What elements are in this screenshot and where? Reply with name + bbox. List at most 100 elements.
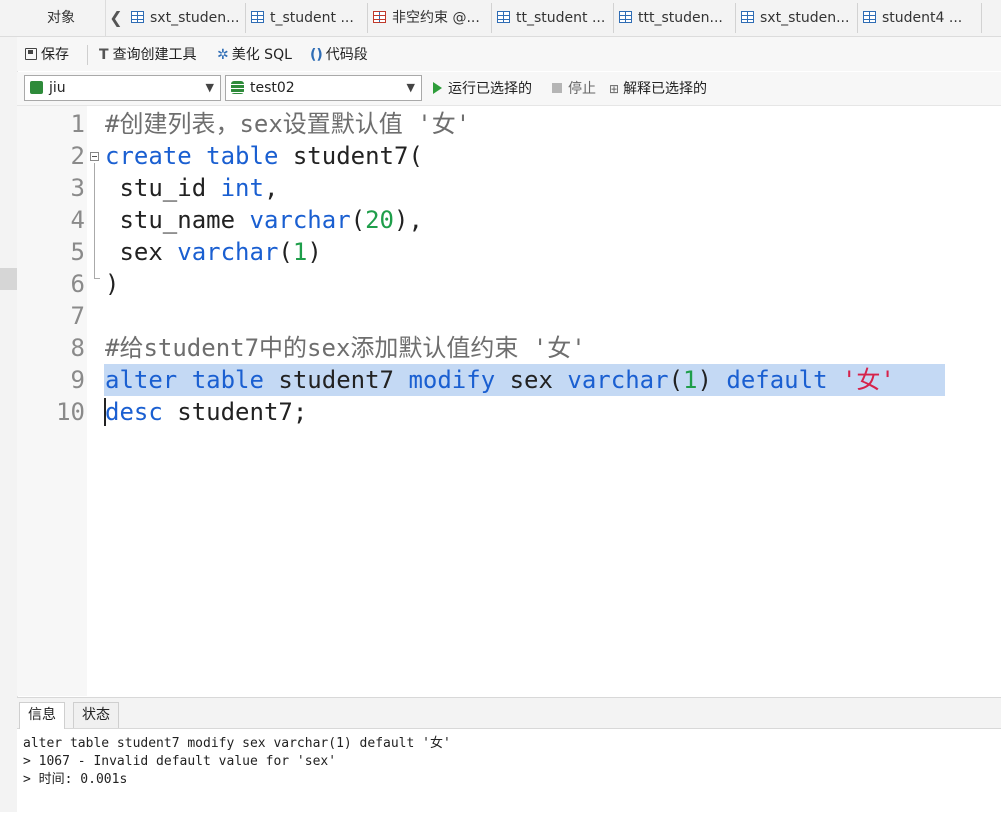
tab-student4[interactable]: student4 ... — [858, 3, 982, 33]
database-icon — [231, 81, 244, 94]
error-message-line: > 1067 - Invalid default value for 'sex' — [23, 754, 337, 769]
tab-label: tt_student ... — [516, 10, 606, 26]
run-selected-label: 运行已选择的 — [448, 81, 532, 97]
line-number: 6 — [70, 270, 85, 298]
tab-info[interactable]: 信息 — [19, 702, 65, 729]
code-text: desc student7; — [105, 396, 307, 428]
tab-objects[interactable]: 对象 — [17, 0, 106, 36]
database-select[interactable]: test02 ▼ — [225, 75, 422, 101]
tab-sxt-student-2[interactable]: sxt_studen... — [736, 3, 858, 33]
sql-editor[interactable]: 1 #创建列表，sex设置默认值 '女' 2 create table studen… — [17, 106, 1001, 696]
keyword: desc — [105, 398, 163, 426]
tab-label: ttt_studen... — [638, 10, 723, 26]
line-number: 1 — [70, 110, 85, 138]
snippet-label: 代码段 — [325, 47, 368, 63]
line-number: 9 — [70, 366, 85, 394]
tab-label: student4 ... — [882, 10, 963, 26]
tab-label: sxt_studen... — [150, 10, 240, 26]
time-message-line: > 时间: 0.001s — [23, 772, 128, 787]
line-number: 8 — [70, 334, 85, 362]
chevron-down-icon: ▼ — [205, 81, 214, 94]
code-text: alter table student7 modify sex varchar(… — [105, 364, 895, 396]
keyword: table — [191, 366, 264, 394]
tab-sxt-student[interactable]: sxt_studen... — [126, 3, 246, 33]
tab-tt-student[interactable]: tt_student ... — [492, 3, 614, 33]
text-caret — [104, 398, 106, 426]
code-text: create table student7( — [105, 140, 423, 172]
keyword: default — [726, 366, 828, 394]
result-tabs: 信息 状态 — [17, 698, 1001, 729]
punctuation: ( — [668, 366, 684, 394]
keyword: varchar — [249, 206, 351, 234]
identifier: stu_id — [105, 174, 221, 202]
line-number: 7 — [70, 302, 85, 330]
code-text: stu_id int, — [105, 172, 278, 204]
stop-label: 停止 — [568, 81, 596, 97]
code-snippet-button[interactable]: () 代码段 — [310, 45, 368, 65]
query-icon — [373, 11, 386, 23]
code-line: 4 stu_name varchar(20), — [17, 204, 1001, 236]
table-icon — [251, 11, 264, 23]
query-builder-button[interactable]: T 查询创建工具 — [99, 45, 197, 65]
line-number: 2 — [70, 142, 85, 170]
identifier: student7( — [278, 142, 423, 170]
tab-t-student[interactable]: t_student ... — [246, 3, 368, 33]
number-literal: 20 — [365, 206, 395, 234]
code-comment: #创建列表，sex设置默认值 '女' — [105, 110, 471, 138]
line-number: 10 — [56, 398, 85, 426]
identifier: student7 — [263, 366, 409, 394]
keyword: modify — [408, 366, 496, 394]
editor-toolbar: 保存 T 查询创建工具 ✲ 美化 SQL () 代码段 — [17, 37, 1001, 71]
database-value: test02 — [250, 80, 295, 96]
code-line: 10 desc student7; — [17, 396, 1001, 428]
save-button[interactable]: 保存 — [25, 45, 69, 65]
table-icon — [131, 11, 144, 23]
tab-label: t_student ... — [270, 10, 354, 26]
keyword: int — [220, 174, 264, 202]
punctuation: ) — [697, 366, 727, 394]
identifier: sex — [495, 366, 568, 394]
beautify-label: 美化 SQL — [231, 47, 292, 63]
code-line: 9 alter table student7 modify sex varchar… — [17, 364, 1001, 396]
run-selected-button[interactable]: 运行已选择的 — [433, 80, 532, 98]
chevron-left-icon[interactable]: ❮ — [108, 8, 124, 28]
message-line: alter table student7 modify sex varchar(… — [23, 736, 451, 751]
keyword: alter — [105, 366, 178, 394]
code-comment: #给student7中的sex添加默认值约束 '女' — [105, 334, 586, 362]
code-line: 2 create table student7( — [17, 140, 1001, 172]
result-panel: 信息 状态 alter table student7 modify sex va… — [17, 697, 1001, 813]
keyword: table — [206, 142, 279, 170]
stop-icon — [552, 83, 562, 93]
string-literal: '女' — [841, 366, 895, 394]
tab-ttt-student[interactable]: ttt_studen... — [614, 3, 736, 33]
number-literal: 1 — [292, 238, 308, 266]
table-icon — [741, 11, 754, 23]
tab-not-null-constraint[interactable]: 非空约束 @... — [368, 3, 492, 33]
connection-select[interactable]: jiu ▼ — [24, 75, 221, 101]
punctuation: ) — [307, 238, 322, 266]
beautify-sql-button[interactable]: ✲ 美化 SQL — [217, 45, 292, 65]
play-icon — [433, 82, 442, 94]
magic-wand-icon: ✲ — [217, 47, 229, 63]
parentheses-icon: () — [310, 47, 323, 63]
stop-button[interactable]: 停止 — [552, 80, 596, 98]
line-number: 3 — [70, 174, 85, 202]
line-number: 5 — [70, 238, 85, 266]
tab-label: sxt_studen... — [760, 10, 850, 26]
identifier: sex — [105, 238, 178, 266]
connection-bar: jiu ▼ test02 ▼ 运行已选择的 停止 ⊞ 解释已选择的 — [17, 72, 1001, 106]
tab-bar: 对象 ❮ sxt_studen... t_student ... 非空约束 @.… — [0, 0, 1001, 37]
connection-value: jiu — [49, 80, 66, 96]
explain-selected-button[interactable]: ⊞ 解释已选择的 — [609, 80, 707, 98]
table-icon — [497, 11, 510, 23]
code-text: stu_name varchar(20), — [105, 204, 422, 236]
table-icon — [863, 11, 876, 23]
identifier: stu_name — [105, 206, 250, 234]
keyword: create — [105, 142, 192, 170]
save-icon — [25, 48, 37, 60]
code-line: 5 sex varchar(1) — [17, 236, 1001, 268]
keyword: varchar — [567, 366, 669, 394]
tab-status[interactable]: 状态 — [73, 702, 119, 728]
identifier: student7; — [162, 398, 308, 426]
code-line: 7 — [17, 300, 1001, 332]
